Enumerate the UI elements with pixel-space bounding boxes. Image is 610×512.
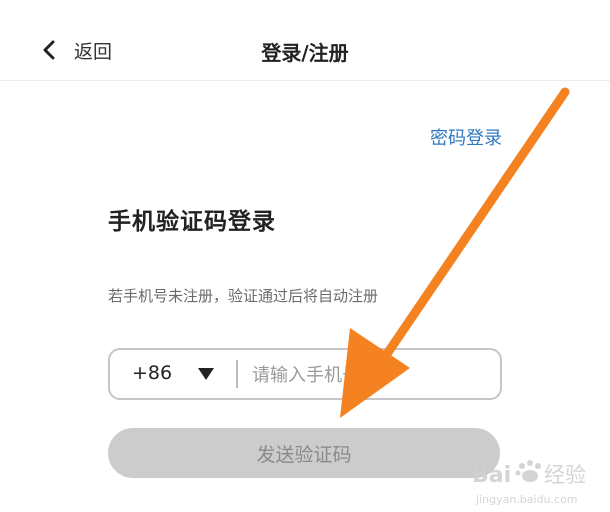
password-login-link[interactable]: 密码登录: [430, 124, 502, 150]
svg-text:jingyan.baidu.com: jingyan.baidu.com: [475, 493, 578, 506]
caret-down-icon[interactable]: [198, 368, 214, 380]
send-code-button[interactable]: 发送验证码: [108, 428, 500, 478]
login-heading: 手机验证码登录: [108, 209, 276, 235]
phone-input-box: +86: [108, 348, 502, 400]
auto-register-tip: 若手机号未注册，验证通过后将自动注册: [108, 287, 379, 305]
country-code-selector[interactable]: +86: [132, 362, 172, 384]
top-nav-bar: 返回 登录/注册: [0, 0, 610, 81]
svg-text:经验: 经验: [544, 463, 586, 487]
phone-number-input[interactable]: [250, 356, 484, 394]
page-title: 登录/注册: [261, 41, 349, 65]
input-separator: [236, 360, 238, 388]
